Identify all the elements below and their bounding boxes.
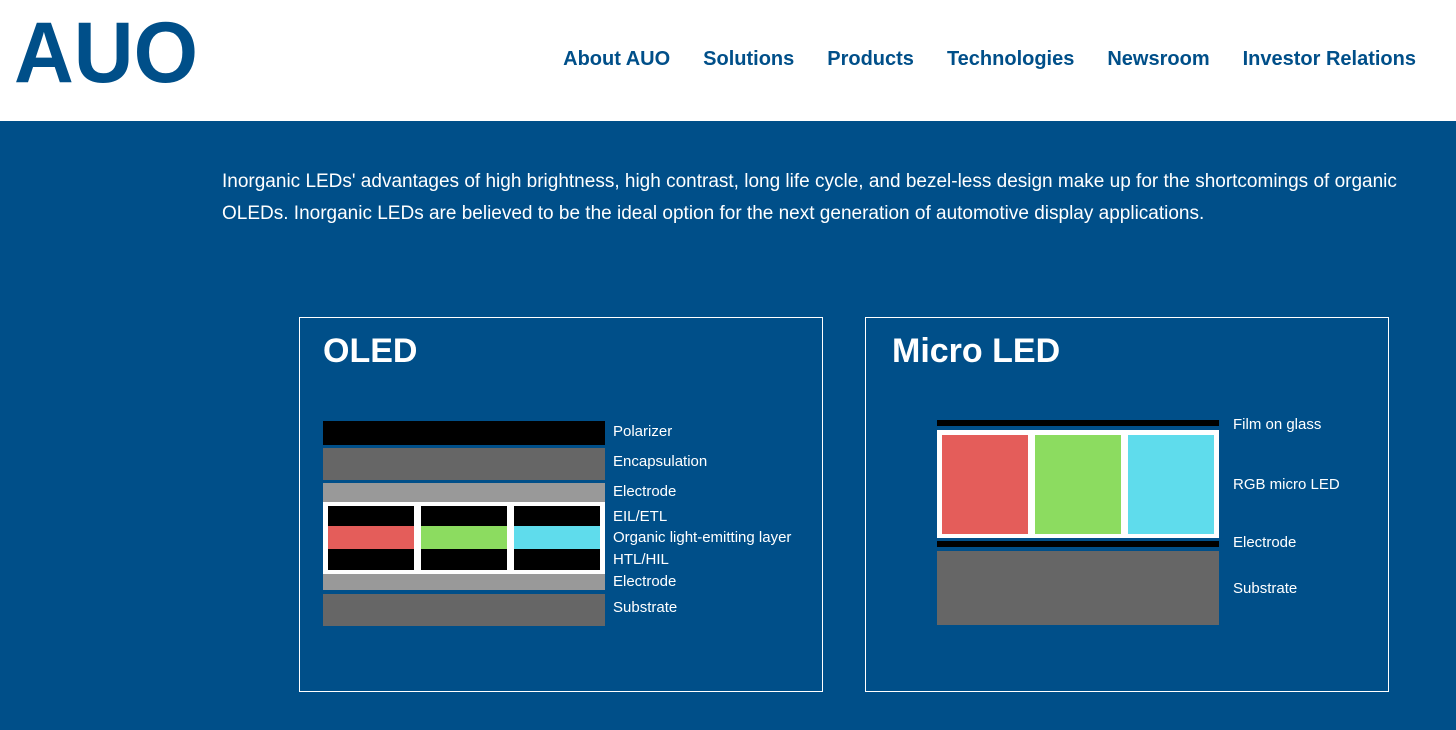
- oled-label-eil-etl: EIL/ETL: [613, 508, 668, 525]
- microled-label-electrode: Electrode: [1233, 534, 1297, 551]
- oled-blue-pixel: [514, 506, 600, 570]
- microled-rgb-frame: [937, 430, 1219, 538]
- microled-blue-led: [1128, 435, 1214, 534]
- oled-emitting-stack: [323, 502, 605, 574]
- oled-electrode-top-layer: [323, 483, 605, 502]
- nav-solutions[interactable]: Solutions: [703, 48, 794, 71]
- nav-about-auo[interactable]: About AUO: [563, 48, 670, 71]
- microled-label-film: Film on glass: [1233, 416, 1322, 433]
- oled-electrode-bottom-layer: [323, 574, 605, 590]
- microled-panel: Micro LED Film on glass RGB micro LED El…: [865, 317, 1389, 692]
- oled-label-organic-layer: Organic light-emitting layer: [613, 529, 792, 546]
- logo-text: AUO: [14, 18, 198, 86]
- oled-label-encapsulation: Encapsulation: [613, 453, 708, 470]
- site-header: AUO About AUO Solutions Products Technol…: [0, 0, 1456, 121]
- oled-label-polarizer: Polarizer: [613, 423, 673, 440]
- oled-label-electrode-bottom: Electrode: [613, 573, 677, 590]
- microled-substrate-layer: [937, 551, 1219, 625]
- nav-technologies[interactable]: Technologies: [947, 48, 1074, 71]
- oled-polarizer-layer: [323, 421, 605, 445]
- oled-title: OLED: [323, 332, 418, 370]
- oled-panel: OLED Polarizer Encapsulation Electrode E…: [299, 317, 823, 692]
- microled-film-layer: [937, 420, 1219, 426]
- auo-logo[interactable]: AUO: [14, 18, 200, 86]
- microled-title: Micro LED: [892, 332, 1061, 370]
- microled-label-substrate: Substrate: [1233, 580, 1298, 597]
- nav-newsroom[interactable]: Newsroom: [1107, 48, 1209, 71]
- microled-electrode-layer: [937, 541, 1219, 547]
- main-nav: About AUO Solutions Products Technologie…: [563, 48, 1416, 71]
- intro-paragraph: Inorganic LEDs' advantages of high brigh…: [222, 171, 1397, 224]
- microled-green-led: [1035, 435, 1121, 534]
- oled-label-substrate: Substrate: [613, 599, 678, 616]
- oled-label-htl-hil: HTL/HIL: [613, 551, 669, 568]
- microled-red-led: [942, 435, 1028, 534]
- oled-encapsulation-layer: [323, 448, 605, 480]
- microled-label-rgb: RGB micro LED: [1233, 476, 1340, 493]
- oled-green-pixel: [421, 506, 507, 570]
- nav-investor-relations[interactable]: Investor Relations: [1243, 48, 1416, 71]
- oled-red-pixel: [328, 506, 414, 570]
- nav-products[interactable]: Products: [827, 48, 914, 71]
- oled-label-electrode-top: Electrode: [613, 483, 677, 500]
- oled-substrate-layer: [323, 594, 605, 626]
